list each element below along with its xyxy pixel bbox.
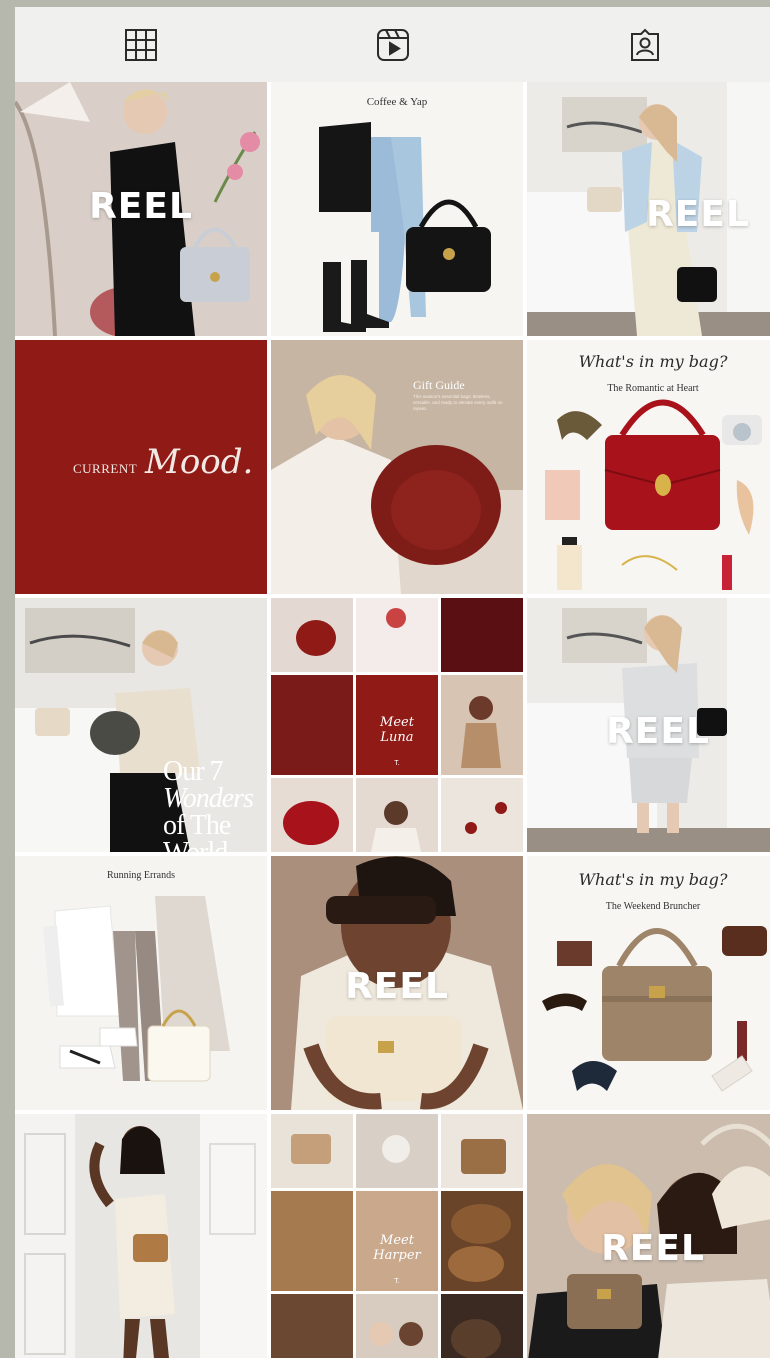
post-image — [271, 856, 523, 1110]
post-tile-1[interactable]: REEL — [15, 82, 267, 336]
post-headline: Our 7 Wonders of The World — [163, 756, 254, 853]
profile-screen: REEL Coffee & Yap REEL CURRENT Mood. Gif… — [15, 7, 770, 1358]
post-title: Gift Guide — [413, 378, 465, 392]
post-tile-2[interactable]: Coffee & Yap — [271, 82, 523, 336]
post-title: The Weekend Bruncher — [605, 901, 701, 912]
tab-posts-grid[interactable] — [15, 7, 267, 82]
post-image — [527, 82, 770, 336]
post-tile-15[interactable]: REEL — [527, 1114, 770, 1358]
post-image — [527, 340, 770, 594]
post-image — [527, 1114, 770, 1358]
post-tile-8[interactable]: Meet Luna T. — [271, 598, 523, 852]
tab-tagged[interactable] — [519, 7, 770, 82]
tagged-icon — [631, 28, 659, 61]
post-image — [271, 82, 523, 336]
post-tile-9[interactable]: REEL — [527, 598, 770, 852]
post-body: This season's essential bags: timeless, … — [413, 394, 503, 411]
post-tile-7[interactable]: Our 7 Wonders of The World — [15, 598, 267, 852]
post-title: The Romantic at Heart — [607, 383, 699, 394]
reels-icon — [377, 28, 409, 61]
post-tile-5[interactable]: Gift Guide This season's essential bags:… — [271, 340, 523, 594]
post-tile-12[interactable]: What's in my bag? The Weekend Bruncher — [527, 856, 770, 1110]
post-headline: Meet Harper — [373, 1233, 421, 1263]
post-image — [527, 856, 770, 1110]
post-tile-10[interactable]: Running Errands — [15, 856, 267, 1110]
tab-reels[interactable] — [267, 7, 519, 82]
post-script-title: What's in my bag? — [578, 352, 728, 371]
post-tile-3[interactable]: REEL — [527, 82, 770, 336]
post-script-title: What's in my bag? — [578, 870, 728, 889]
post-image — [271, 340, 523, 594]
post-headline: Meet Luna — [380, 715, 414, 745]
post-title: Coffee & Yap — [366, 96, 428, 108]
brand-mark: T. — [394, 1278, 400, 1285]
post-caption-script: Mood. — [145, 442, 254, 482]
post-tile-4[interactable]: CURRENT Mood. — [15, 340, 267, 594]
post-tile-6[interactable]: What's in my bag? The Romantic at Heart — [527, 340, 770, 594]
post-image — [15, 1114, 267, 1358]
brand-mark: T. — [394, 760, 400, 767]
post-image — [15, 856, 267, 1110]
post-tile-14[interactable]: Meet Harper T. — [271, 1114, 523, 1358]
grid-icon — [125, 28, 157, 61]
post-tile-11[interactable]: REEL — [271, 856, 523, 1110]
post-tile-13[interactable] — [15, 1114, 267, 1358]
profile-tab-bar — [15, 7, 770, 82]
post-title: Running Errands — [106, 870, 176, 881]
post-image — [15, 82, 267, 336]
post-caption-word: CURRENT — [73, 461, 138, 476]
post-image — [527, 598, 770, 852]
